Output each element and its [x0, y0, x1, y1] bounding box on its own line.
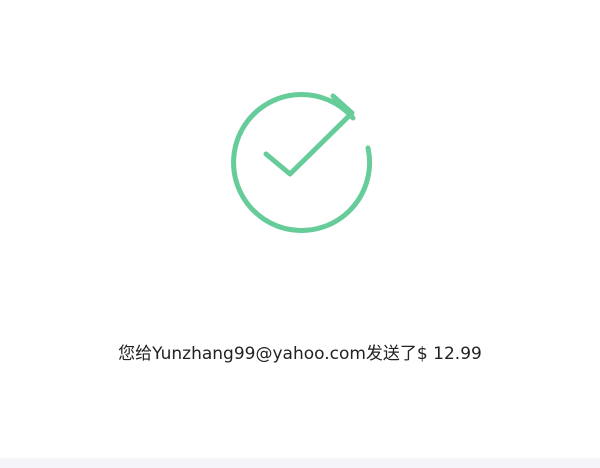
check-circle-icon [229, 88, 375, 234]
payment-success-screen: 您给Yunzhang99@yahoo.com发送了$ 12.99 [0, 0, 600, 468]
payment-confirmation-message: 您给Yunzhang99@yahoo.com发送了$ 12.99 [118, 344, 482, 364]
bottom-bar [0, 458, 600, 468]
